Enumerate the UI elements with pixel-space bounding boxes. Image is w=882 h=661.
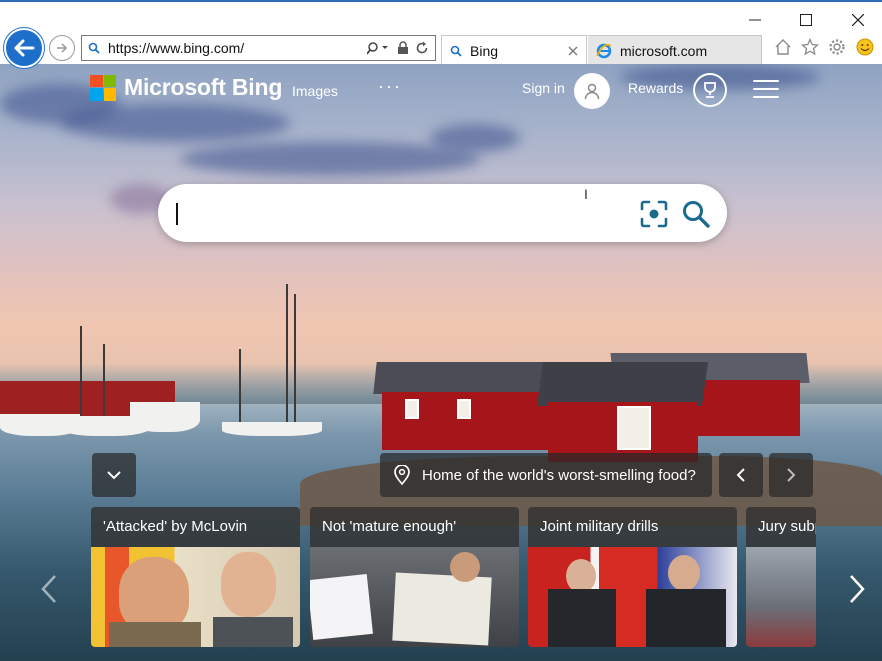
minimize-button[interactable] <box>735 8 775 32</box>
browser-chrome: https://www.bing.com/ Bing microsoft.com <box>0 0 882 68</box>
gear-icon[interactable] <box>826 36 848 58</box>
nav-more-button[interactable]: ··· <box>378 76 402 97</box>
refresh-icon[interactable] <box>415 41 429 55</box>
news-card-image <box>528 547 737 647</box>
minimize-icon <box>749 19 761 21</box>
news-card-title: Joint military drills <box>528 507 737 547</box>
trophy-icon <box>704 82 716 98</box>
search-icon <box>450 45 462 57</box>
hamburger-menu-button[interactable] <box>753 78 779 100</box>
news-card[interactable]: Jury subp <box>746 507 816 647</box>
arrow-left-icon <box>14 39 35 57</box>
tab-bing[interactable]: Bing <box>441 35 587 65</box>
chevron-left-icon <box>736 468 745 482</box>
tab-microsoft[interactable]: microsoft.com <box>588 35 732 65</box>
news-card-image <box>310 547 519 647</box>
image-info-text: Home of the world's worst-smelling food? <box>422 466 696 484</box>
visual-search-icon <box>640 200 668 228</box>
search-icon <box>683 201 710 228</box>
user-icon <box>584 83 600 100</box>
next-image-button[interactable] <box>769 453 813 497</box>
search-input[interactable] <box>176 198 616 228</box>
back-button[interactable] <box>4 28 44 68</box>
carousel-next-button[interactable] <box>842 569 872 609</box>
close-icon <box>852 14 864 26</box>
news-card-image <box>746 547 816 647</box>
image-info-button[interactable]: Home of the world's worst-smelling food? <box>380 453 712 497</box>
sign-in-link[interactable]: Sign in <box>522 80 565 96</box>
avatar[interactable] <box>574 73 610 109</box>
news-card-title: Jury subp <box>746 507 816 547</box>
close-button[interactable] <box>838 8 878 32</box>
bing-homepage: Microsoft Bing Images ··· Sign in Reward… <box>0 64 882 661</box>
news-card[interactable]: Not 'mature enough' <box>310 507 519 647</box>
smiley-feedback-icon[interactable] <box>854 36 876 58</box>
menu-line <box>753 88 779 90</box>
search-dropdown-icon[interactable] <box>367 41 391 55</box>
forward-button[interactable] <box>49 35 75 61</box>
collapse-feed-button[interactable] <box>92 453 136 497</box>
internet-explorer-icon <box>596 43 612 58</box>
address-bar[interactable]: https://www.bing.com/ <box>81 35 436 61</box>
menu-line <box>753 96 779 98</box>
visual-search-button[interactable] <box>640 200 668 228</box>
tab-label: Bing <box>470 42 499 59</box>
news-card-image <box>91 547 300 647</box>
text-cursor-icon: I <box>584 186 588 202</box>
logo-text: Microsoft Bing <box>124 74 283 100</box>
new-tab-button[interactable] <box>732 35 762 65</box>
maximize-button[interactable] <box>786 8 826 32</box>
favorites-star-icon[interactable] <box>799 36 821 58</box>
carousel-prev-button[interactable] <box>34 569 64 609</box>
text-caret <box>176 203 178 225</box>
address-url[interactable]: https://www.bing.com/ <box>108 40 367 56</box>
rewards-link[interactable]: Rewards <box>628 80 683 96</box>
menu-line <box>753 80 779 82</box>
rewards-badge[interactable] <box>693 73 727 107</box>
arrow-right-icon <box>57 43 68 53</box>
chevron-right-icon <box>850 575 865 603</box>
home-icon[interactable] <box>772 36 794 58</box>
close-tab-icon[interactable] <box>568 46 578 56</box>
search-button[interactable] <box>681 199 711 229</box>
bing-logo[interactable]: Microsoft Bing <box>90 74 282 101</box>
location-pin-icon <box>394 465 410 485</box>
news-card-title: Not 'mature enough' <box>310 507 519 547</box>
previous-image-button[interactable] <box>719 453 763 497</box>
nav-images-link[interactable]: Images <box>292 83 338 99</box>
chevron-left-icon <box>41 575 56 603</box>
news-card-title: 'Attacked' by McLovin <box>91 507 300 547</box>
microsoft-logo-icon <box>90 74 116 101</box>
maximize-icon <box>800 14 812 26</box>
tab-label: microsoft.com <box>620 42 708 59</box>
chevron-down-icon <box>107 471 121 480</box>
chevron-right-icon <box>787 468 796 482</box>
news-card[interactable]: 'Attacked' by McLovin <box>91 507 300 647</box>
search-icon <box>88 42 100 54</box>
lock-icon[interactable] <box>397 41 409 55</box>
news-card[interactable]: Joint military drills <box>528 507 737 647</box>
